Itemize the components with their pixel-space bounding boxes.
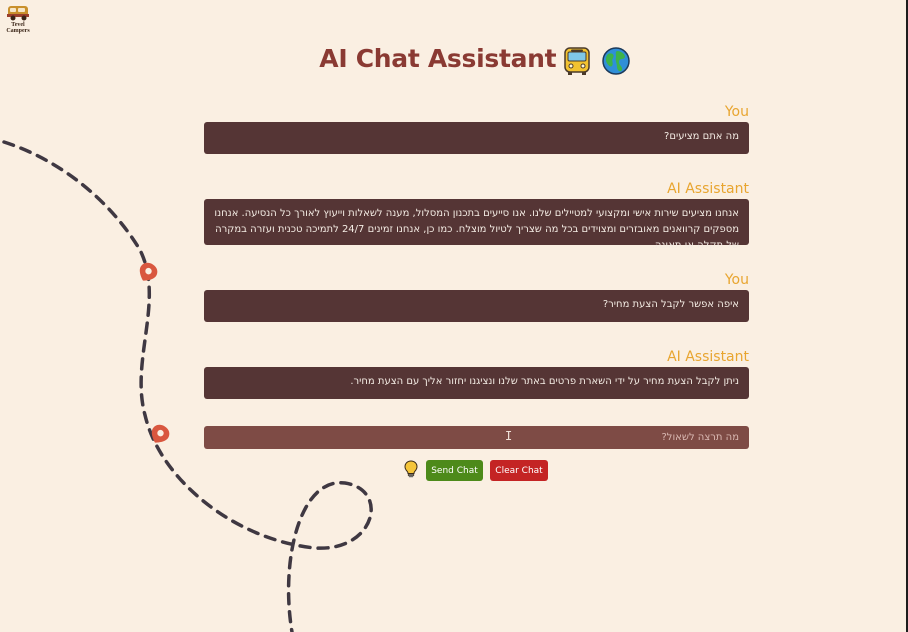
logo-text: Tevel Campers xyxy=(6,22,30,34)
message-bubble: איפה אפשר לקבל הצעת מחיר? xyxy=(204,290,749,322)
clear-chat-button[interactable]: Clear Chat xyxy=(490,460,548,481)
location-pin-icon xyxy=(139,262,158,281)
message-sender: You xyxy=(724,104,749,120)
globe-icon xyxy=(601,46,630,75)
bus-icon xyxy=(564,46,591,75)
message-bubble: אנחנו מציעים שירות אישי ומקצועי למטיילים… xyxy=(204,199,749,251)
message-sender: You xyxy=(724,272,749,288)
page-title-text: AI Chat Assistant xyxy=(319,44,557,73)
lightbulb-icon[interactable] xyxy=(404,460,418,478)
location-pin-icon xyxy=(151,424,170,443)
send-chat-button[interactable]: Send Chat xyxy=(426,460,483,481)
text-cursor-icon: I xyxy=(505,429,513,443)
brand-logo[interactable]: Tevel Campers xyxy=(3,4,33,36)
camper-van-icon xyxy=(7,6,29,21)
page-title: AI Chat Assistant xyxy=(0,44,908,76)
message-sender: AI Assistant xyxy=(667,181,749,197)
message-bubble: מה אתם מציעים? xyxy=(204,122,749,154)
chat-input[interactable] xyxy=(204,426,749,449)
message-sender: AI Assistant xyxy=(667,349,749,365)
message-bubble: ניתן לקבל הצעת מחיר על ידי השארת פרטים ב… xyxy=(204,367,749,399)
